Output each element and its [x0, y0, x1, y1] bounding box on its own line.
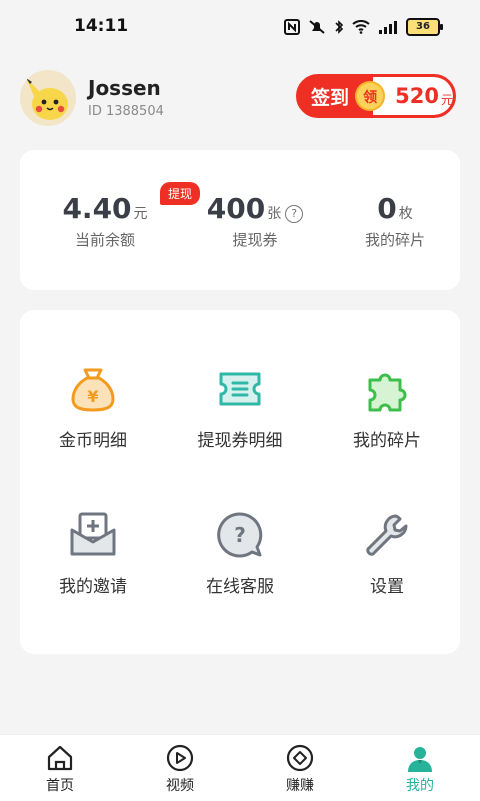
menu-item-customer-service[interactable]: ? 在线客服 — [167, 510, 313, 597]
puzzle-icon — [368, 373, 407, 412]
fragments-label: 我的碎片 — [364, 231, 425, 249]
fragments-unit: 枚 — [398, 206, 413, 222]
checkin-button[interactable]: 签到 领 520 元 — [296, 74, 456, 118]
menu-label: 我的碎片 — [353, 431, 421, 451]
nav-label: 我的 — [406, 778, 434, 794]
withdraw-badge[interactable]: 提现 — [160, 182, 201, 205]
signal-icon — [379, 21, 397, 34]
nfc-icon — [284, 19, 300, 35]
ticket-icon — [219, 372, 261, 406]
reward-unit: 元 — [440, 92, 453, 107]
bottom-nav: 首页 视频 赚赚 我的 — [0, 734, 480, 801]
username: Jossen — [88, 76, 161, 100]
menu-item-voucher-details[interactable]: 提现券明细 — [167, 364, 313, 451]
stat-balance[interactable]: 4.40 元 当前余额 — [50, 192, 160, 250]
menu-item-coin-details[interactable]: ¥ 金币明细 — [20, 364, 166, 451]
help-icon[interactable]: ? — [285, 204, 304, 223]
home-icon — [47, 745, 73, 771]
nav-item-home[interactable]: 首页 — [20, 743, 100, 795]
checkin-label: 签到 — [311, 86, 350, 109]
menu-label: 我的邀请 — [59, 577, 127, 597]
wrench-icon — [366, 514, 408, 556]
status-icons: 36 — [284, 16, 443, 38]
reward-value: 520 — [395, 84, 439, 108]
vouchers-label: 提现券 — [232, 231, 278, 249]
menu-label: 提现券明细 — [197, 431, 283, 451]
help-chat-icon: ? — [217, 512, 263, 558]
stat-vouchers[interactable]: 400 张? 提现券 — [200, 192, 310, 250]
vouchers-unit: 张 — [267, 206, 282, 222]
play-icon — [166, 744, 194, 772]
pikachu-avatar-icon — [20, 70, 76, 126]
menu-item-invites[interactable]: 我的邀请 — [20, 510, 166, 597]
claim-badge: 领 — [355, 81, 386, 111]
avatar[interactable] — [20, 70, 76, 126]
menu-item-fragments[interactable]: 我的碎片 — [314, 364, 460, 451]
balance-card: 提现 4.40 元 当前余额 400 张? 提现券 0枚 我的碎片 — [20, 150, 460, 290]
stat-fragments[interactable]: 0枚 我的碎片 — [340, 192, 450, 250]
profile-icon — [408, 747, 432, 772]
nav-label: 视频 — [166, 778, 194, 794]
nav-item-video[interactable]: 视频 — [140, 743, 220, 795]
menu-label: 在线客服 — [206, 577, 274, 597]
nav-label: 首页 — [46, 778, 74, 794]
balance-unit: 元 — [133, 206, 148, 222]
nav-item-profile[interactable]: 我的 — [380, 743, 460, 795]
user-id: ID 1388504 — [88, 104, 164, 119]
vouchers-value: 400 — [206, 192, 266, 225]
money-bag-icon: ¥ — [71, 368, 115, 412]
svg-text:¥: ¥ — [87, 387, 98, 406]
bluetooth-icon — [335, 20, 344, 34]
invite-mail-icon — [70, 512, 116, 556]
menu-label: 设置 — [370, 577, 404, 597]
checkin-reward: 领 520 元 — [355, 77, 453, 115]
menu-label: 金币明细 — [59, 431, 127, 451]
menu-item-settings[interactable]: 设置 — [314, 510, 460, 597]
nav-item-earn[interactable]: 赚赚 — [260, 743, 340, 795]
fragments-value: 0 — [377, 192, 397, 225]
status-bar: 14:11 36 — [0, 0, 480, 52]
wifi-icon — [352, 20, 370, 34]
mute-icon — [309, 20, 325, 34]
battery-icon: 36 — [406, 18, 443, 36]
balance-label: 当前余额 — [74, 231, 135, 249]
nav-label: 赚赚 — [286, 778, 314, 794]
status-time: 14:11 — [74, 16, 129, 36]
menu-card: ¥ 金币明细 提现券明细 我的碎片 我的邀请 ? 在线客服 设置 — [20, 310, 460, 654]
balance-value: 4.40 — [62, 192, 132, 225]
svg-text:?: ? — [234, 523, 246, 547]
diamond-icon — [286, 744, 314, 772]
